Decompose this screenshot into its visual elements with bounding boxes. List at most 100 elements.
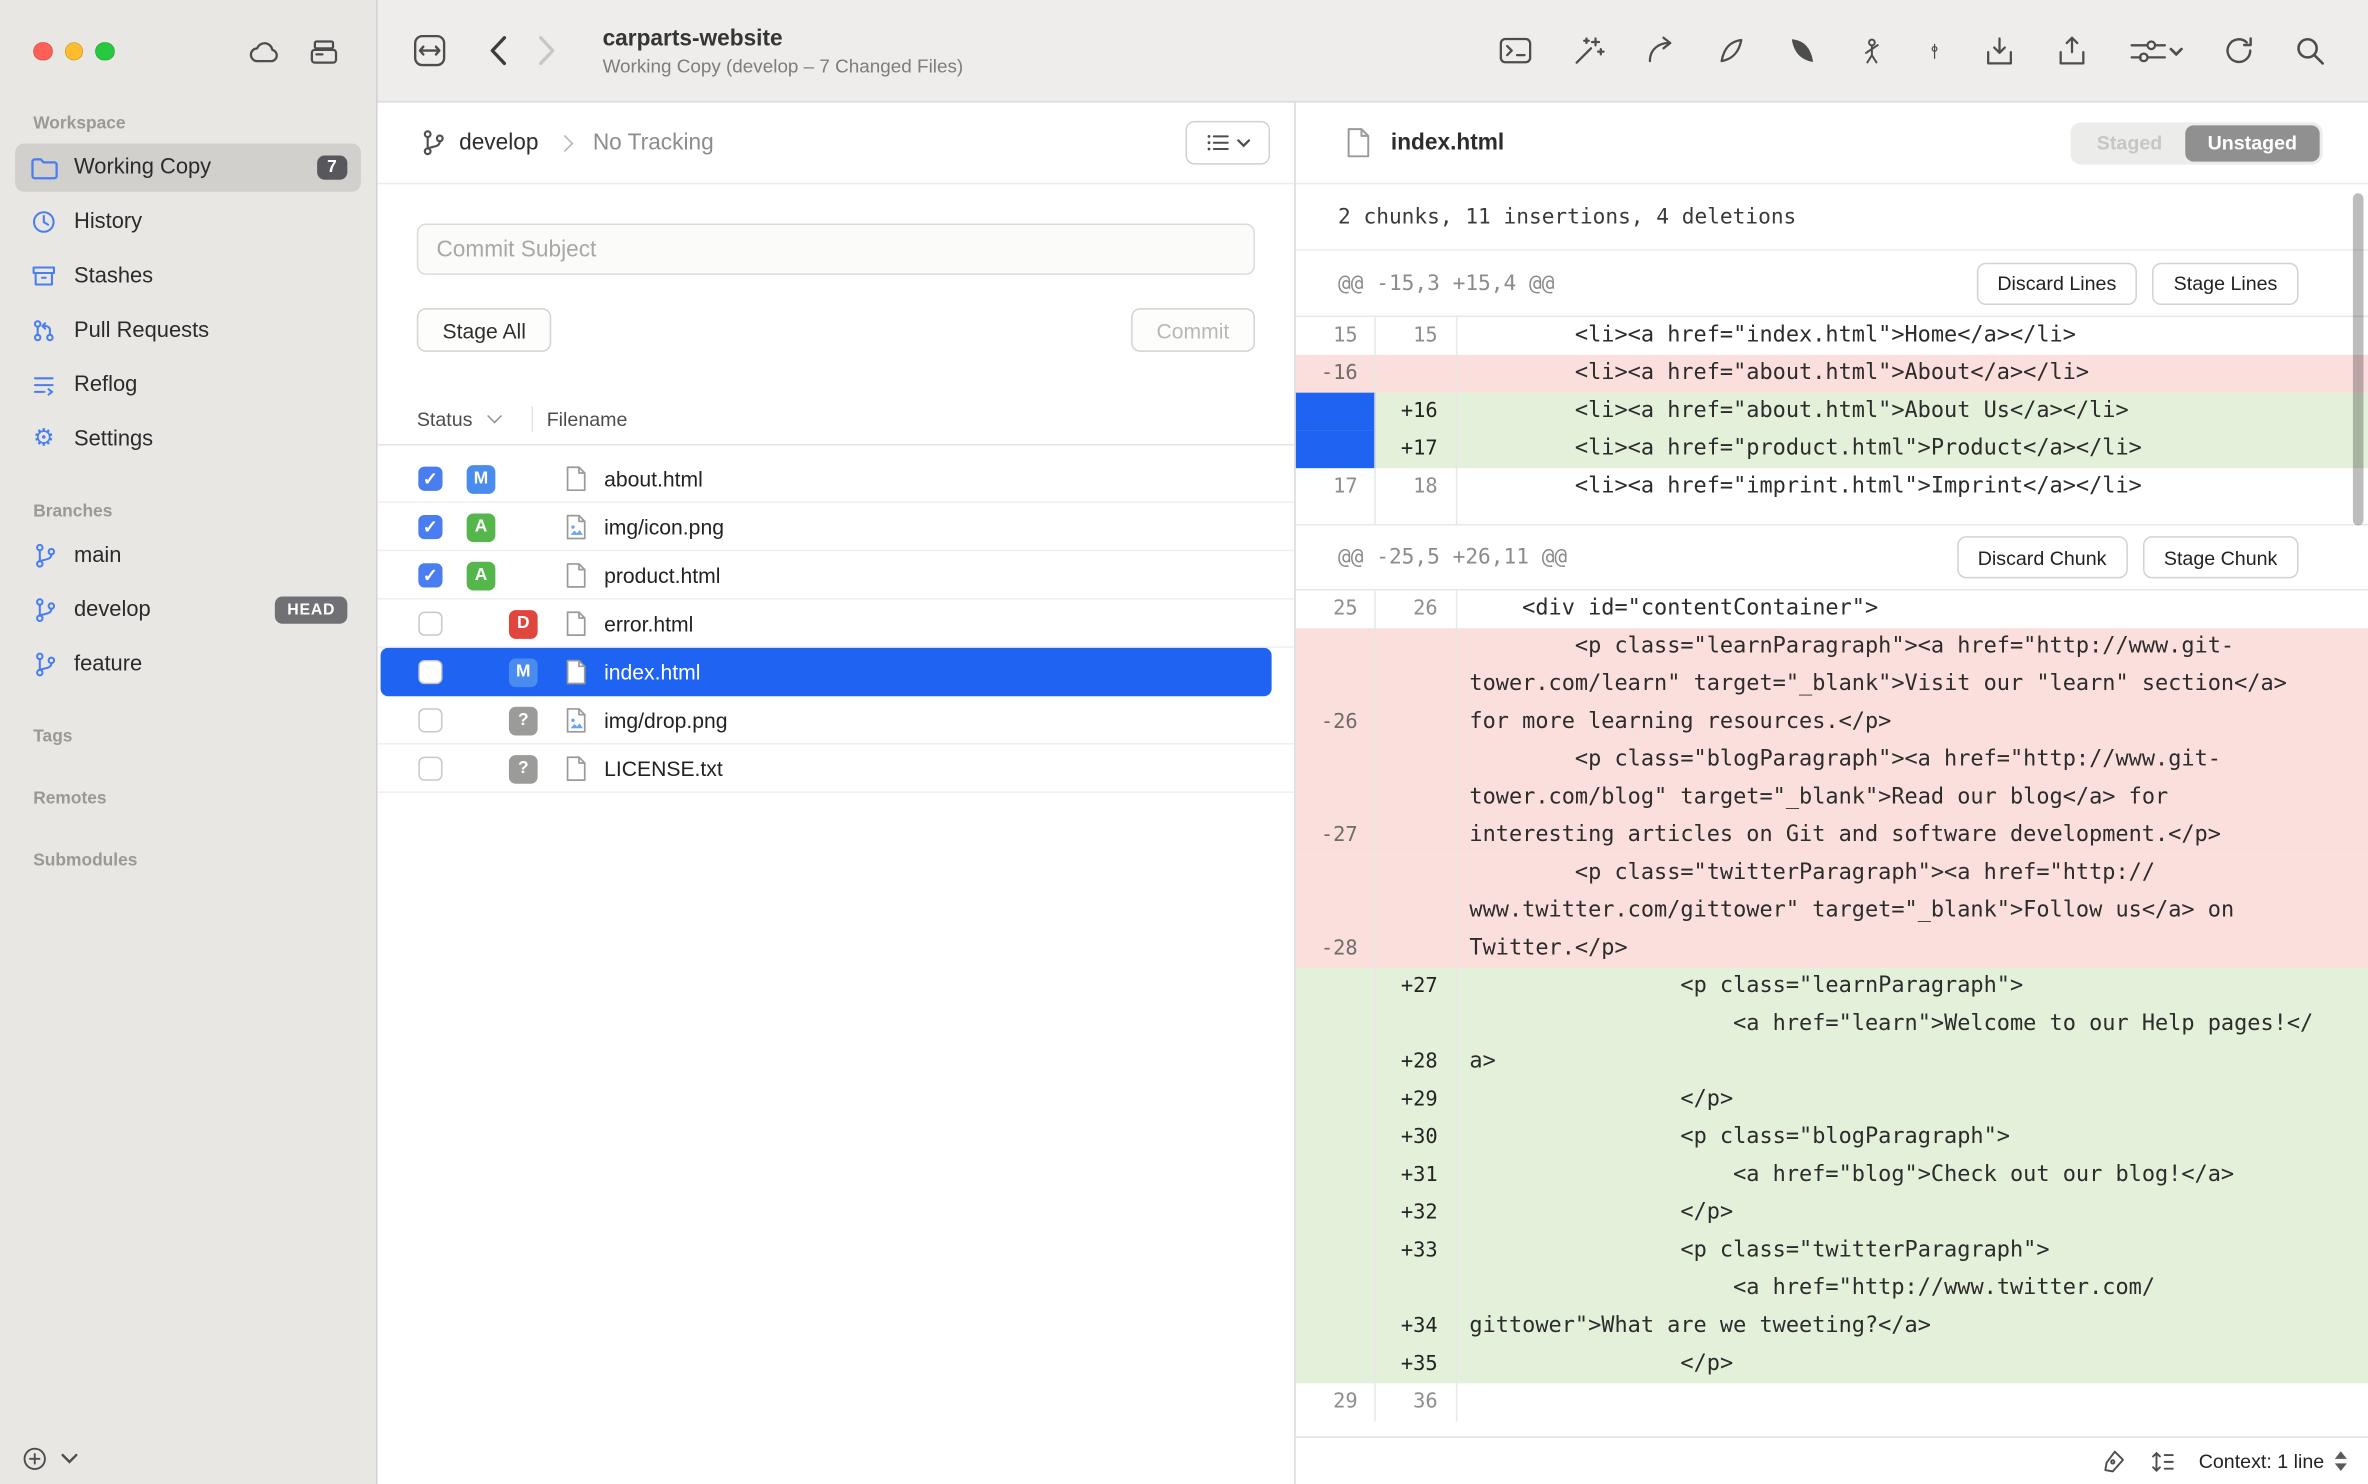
- discard-lines-button[interactable]: Discard Lines: [1976, 262, 2137, 304]
- commit-area: Stage All Commit: [378, 184, 1295, 352]
- diff-line[interactable]: 1718 <li><a href="imprint.html">Imprint<…: [1296, 468, 2368, 506]
- zoom-button[interactable]: [95, 42, 114, 61]
- minimize-button[interactable]: [64, 42, 83, 61]
- diff-line[interactable]: 1515 <li><a href="index.html">Home</a></…: [1296, 317, 2368, 355]
- chevron-down-icon[interactable]: [60, 1453, 78, 1465]
- stage-lines-button[interactable]: Stage Lines: [2153, 262, 2299, 304]
- folder-icon: [29, 153, 59, 183]
- sidebar-item-stashes[interactable]: Stashes: [15, 252, 361, 300]
- file-row[interactable]: Aproduct.html: [378, 551, 1295, 599]
- context-lines-select[interactable]: Context: 1 line: [2199, 1450, 2347, 1473]
- forward-button[interactable]: [538, 35, 558, 67]
- stage-checkbox[interactable]: [418, 660, 442, 684]
- diff-line[interactable]: +27 <p class="learnParagraph">: [1296, 968, 2368, 1006]
- current-branch[interactable]: develop: [459, 130, 538, 156]
- diff-line[interactable]: -16 <li><a href="about.html">About</a></…: [1296, 355, 2368, 393]
- unstaged-tab[interactable]: Unstaged: [2185, 125, 2320, 161]
- stage-checkbox[interactable]: [418, 563, 442, 587]
- quick-actions-icon[interactable]: [1572, 35, 1605, 67]
- commit-subject-input[interactable]: [417, 224, 1255, 275]
- diff-line[interactable]: +33 <p class="twitterParagraph">: [1296, 1232, 2368, 1270]
- refresh-icon[interactable]: [2223, 35, 2255, 67]
- checkout-icon[interactable]: [1858, 34, 1887, 67]
- close-button[interactable]: [33, 42, 52, 61]
- file-row[interactable]: ?LICENSE.txt: [378, 745, 1295, 793]
- sidebar-section-remotes[interactable]: Remotes: [0, 790, 376, 808]
- view-mode-button[interactable]: [1186, 121, 1271, 165]
- repository-title: carparts-website: [603, 25, 964, 51]
- stage-checkbox[interactable]: [418, 515, 442, 539]
- stash-save-icon[interactable]: [1983, 34, 2016, 67]
- sidebar-item-label: Reflog: [74, 373, 137, 397]
- new-line-number: 18: [1376, 468, 1458, 506]
- file-row[interactable]: Mabout.html: [378, 455, 1295, 503]
- search-icon[interactable]: [2294, 35, 2326, 67]
- stage-checkbox[interactable]: [418, 708, 442, 732]
- sidebar-item-branch-develop[interactable]: develop HEAD: [15, 586, 361, 634]
- view-options-icon[interactable]: [2128, 34, 2184, 67]
- stage-chunk-button[interactable]: Stage Chunk: [2143, 536, 2299, 578]
- diff-line[interactable]: -28 <p class="twitterParagraph"><a href=…: [1296, 855, 2368, 968]
- file-row[interactable]: Derror.html: [378, 600, 1295, 648]
- tray-icon[interactable]: [308, 37, 340, 66]
- sidebar-item-settings[interactable]: ⚙ Settings: [15, 415, 361, 463]
- sidebar-section-tags[interactable]: Tags: [0, 728, 376, 746]
- fetch-icon[interactable]: [1716, 35, 1748, 67]
- diff-line[interactable]: +32 </p>: [1296, 1195, 2368, 1233]
- diff-line[interactable]: +34 <a href="http://www.twitter.com/gitt…: [1296, 1270, 2368, 1346]
- sign-pen-icon[interactable]: [2099, 1448, 2126, 1475]
- sidebar-item-reflog[interactable]: Reflog: [15, 361, 361, 409]
- status-column-header[interactable]: Status: [417, 408, 473, 431]
- diff-line[interactable]: +17 <li><a href="product.html">Product</…: [1296, 430, 2368, 468]
- file-row[interactable]: Mindex.html: [381, 648, 1272, 696]
- line-spacing-icon[interactable]: [2149, 1448, 2176, 1475]
- stage-checkbox[interactable]: [418, 467, 442, 491]
- image-file-icon: [563, 513, 590, 540]
- diff-line[interactable]: +28 <a href="learn">Welcome to our Help …: [1296, 1006, 2368, 1082]
- tracking-status[interactable]: No Tracking: [593, 130, 714, 156]
- diff-header: index.html Staged Unstaged: [1296, 103, 2368, 185]
- filename-column-header[interactable]: Filename: [547, 408, 628, 431]
- stage-checkbox[interactable]: [418, 612, 442, 636]
- commit-icon[interactable]: [1926, 34, 1944, 67]
- old-line-number: [1296, 393, 1376, 431]
- vertical-scrollbar[interactable]: [2353, 193, 2364, 525]
- file-row[interactable]: Aimg/icon.png: [378, 503, 1295, 551]
- working-copy-switch-icon[interactable]: [411, 32, 449, 70]
- stage-all-button[interactable]: Stage All: [417, 308, 552, 352]
- sidebar-item-pull-requests[interactable]: Pull Requests: [15, 307, 361, 355]
- push-icon[interactable]: [1787, 35, 1819, 67]
- cloud-icon[interactable]: [248, 37, 281, 66]
- diff-line[interactable]: 2526 <div id="contentContainer">: [1296, 590, 2368, 628]
- sidebar-item-working-copy[interactable]: Working Copy 7: [15, 143, 361, 191]
- add-repository-button[interactable]: [21, 1445, 48, 1472]
- diff-line[interactable]: +29 </p>: [1296, 1081, 2368, 1119]
- diff-line[interactable]: +35 </p>: [1296, 1346, 2368, 1384]
- sidebar-section-submodules[interactable]: Submodules: [0, 852, 376, 870]
- diff-line[interactable]: 2936: [1296, 1383, 2368, 1421]
- file-row[interactable]: ?img/drop.png: [378, 696, 1295, 744]
- share-icon[interactable]: [1645, 35, 1677, 67]
- stash-apply-icon[interactable]: [2055, 34, 2088, 67]
- new-line-number: 15: [1376, 317, 1458, 355]
- new-line-number: +34: [1376, 1270, 1458, 1346]
- discard-chunk-button[interactable]: Discard Chunk: [1957, 536, 2128, 578]
- staged-tab[interactable]: Staged: [2074, 125, 2185, 161]
- diff-line[interactable]: -26 <p class="learnParagraph"><a href="h…: [1296, 628, 2368, 741]
- diff-line[interactable]: +30 <p class="blogParagraph">: [1296, 1119, 2368, 1157]
- commit-button[interactable]: Commit: [1131, 308, 1255, 352]
- sidebar-item-branch-main[interactable]: main: [15, 532, 361, 580]
- back-button[interactable]: [488, 35, 508, 67]
- chunk-lines: 1515 <li><a href="index.html">Home</a></…: [1296, 317, 2368, 506]
- diff-line[interactable]: +31 <a href="blog">Check out our blog!</…: [1296, 1157, 2368, 1195]
- new-line-number: +30: [1376, 1119, 1458, 1157]
- sidebar-item-history[interactable]: History: [15, 198, 361, 246]
- diff-line[interactable]: +16 <li><a href="about.html">About Us</a…: [1296, 393, 2368, 431]
- sidebar-item-branch-feature[interactable]: feature: [15, 640, 361, 688]
- staged-unstaged-segmented-control: Staged Unstaged: [2071, 122, 2323, 164]
- terminal-icon[interactable]: [1498, 35, 1533, 67]
- new-line-number: +32: [1376, 1195, 1458, 1233]
- diff-line[interactable]: -27 <p class="blogParagraph"><a href="ht…: [1296, 742, 2368, 855]
- sidebar-section-workspace: Workspace: [0, 115, 376, 133]
- stage-checkbox[interactable]: [418, 757, 442, 781]
